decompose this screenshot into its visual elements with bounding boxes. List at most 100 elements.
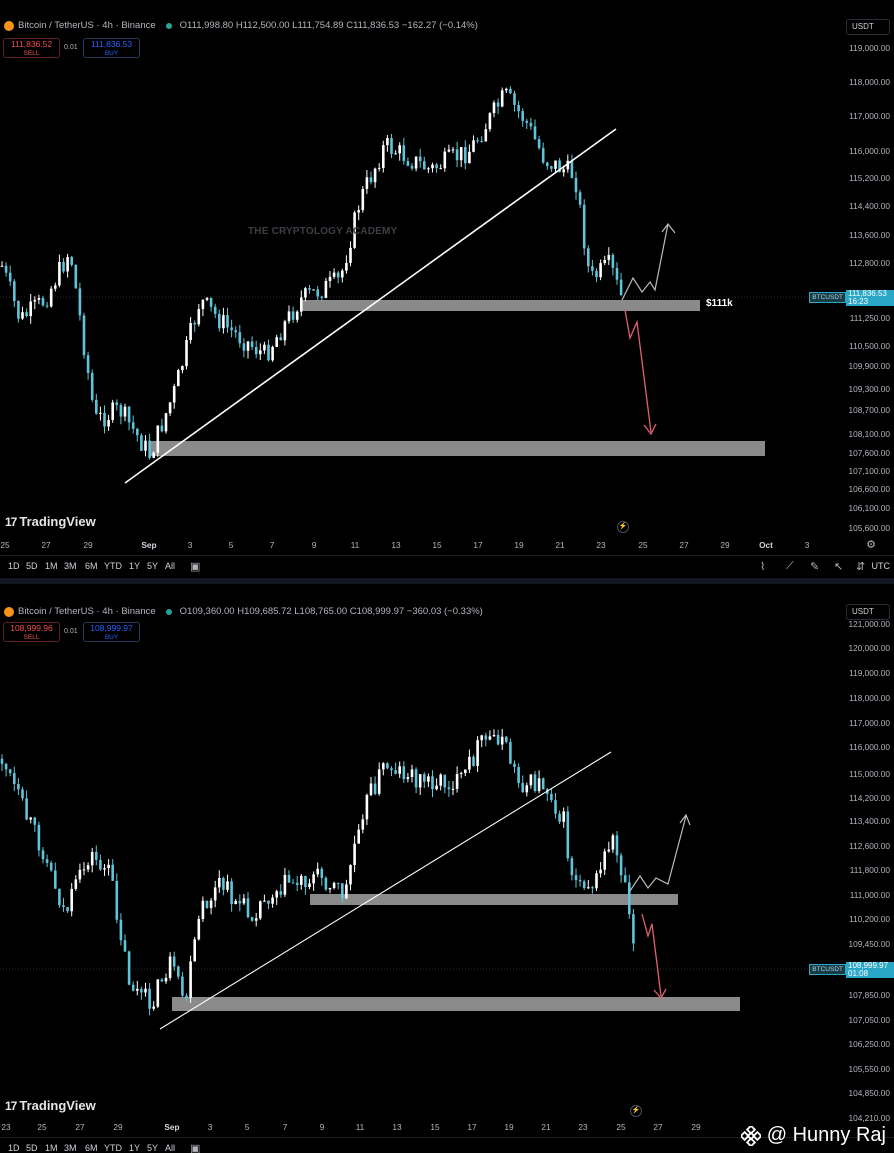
candle-body	[82, 315, 86, 356]
candles-group	[0, 86, 623, 460]
candle-body	[595, 270, 598, 278]
date-range-icon[interactable]: ▣	[190, 1142, 200, 1153]
author-name: @ Hunny Raj	[766, 1124, 886, 1146]
timeframe-button-6m[interactable]: 6M	[85, 1143, 98, 1153]
candle-body	[554, 800, 557, 814]
timeframe-button-1y[interactable]: 1Y	[129, 1143, 140, 1153]
chart-canvas-bottom[interactable]	[0, 584, 894, 1153]
price-axis[interactable]: 121,000.00 120,000.00 119,000.00 118,000.00…	[842, 584, 894, 1153]
candle-body	[464, 769, 467, 774]
candle-body	[95, 852, 98, 860]
fullscreen-icon[interactable]: ⇵	[856, 560, 865, 573]
projection-down-path	[641, 913, 662, 997]
buy-button[interactable]: 108,999.97 BUY	[83, 622, 140, 642]
sell-button[interactable]: 108,999.96 SELL	[3, 622, 60, 642]
buy-button[interactable]: 111,836.53 BUY	[83, 38, 140, 58]
candle-body	[431, 164, 434, 169]
sell-price: 108,999.96	[10, 623, 53, 633]
timeframe-button-5d[interactable]: 5D	[26, 561, 38, 571]
timeframe-button-1d[interactable]: 1D	[8, 1143, 20, 1153]
spread-value: 0.01	[64, 44, 78, 51]
sell-button[interactable]: 111,836.52 SELL	[3, 38, 60, 58]
candle-body	[263, 344, 266, 351]
candle-body	[558, 813, 561, 822]
timezone-label[interactable]: UTC	[872, 561, 891, 571]
candle-body	[562, 811, 565, 822]
candle-body	[287, 311, 291, 322]
candle-body	[570, 858, 574, 876]
candle-body	[209, 900, 213, 908]
candle-body	[13, 281, 16, 301]
trendline-tool-icon[interactable]: ⟋	[786, 560, 794, 573]
lightning-icon[interactable]: ⚡	[630, 1105, 642, 1117]
candle-body	[115, 880, 119, 920]
timeframe-button-1m[interactable]: 1M	[45, 561, 58, 571]
chart-panel-bottom[interactable]: Bitcoin / TetherUS · 4h · Binance O109,3…	[0, 584, 894, 1153]
chart-canvas-top[interactable]	[0, 0, 894, 578]
timeframe-button-5y[interactable]: 5Y	[147, 561, 158, 571]
price-tick-label: 111,800.00	[849, 865, 890, 875]
timeframe-button-all[interactable]: All	[165, 1143, 175, 1153]
price-tick-label: 114,400.00	[849, 201, 890, 211]
timeframe-button-5d[interactable]: 5D	[26, 1143, 38, 1153]
date-range-icon[interactable]: ▣	[190, 560, 200, 573]
timeframe-button-6m[interactable]: 6M	[85, 561, 98, 571]
brush-tool-icon[interactable]: ✎	[810, 560, 819, 573]
author-watermark: @ Hunny Raj	[740, 1124, 886, 1147]
timeframe-button-all[interactable]: All	[165, 561, 175, 571]
price-tick-label: 112,600.00	[849, 841, 890, 851]
tradingview-logo: 17 TradingView	[5, 1098, 96, 1113]
candle-body	[164, 413, 168, 432]
time-tick-label: 21	[555, 540, 565, 550]
time-tick-label: Oct	[759, 540, 773, 550]
chart-panel-top[interactable]: Bitcoin / TetherUS · 4h · Binance O111,9…	[0, 0, 894, 578]
brand-name: TradingView	[19, 514, 96, 529]
candle-body	[213, 887, 217, 901]
time-tick-label: 25	[616, 1122, 626, 1132]
candle-body	[230, 881, 233, 905]
candle-body	[209, 297, 213, 307]
cursor-icon[interactable]: ↖	[834, 560, 843, 573]
timeframe-button-1y[interactable]: 1Y	[129, 561, 140, 571]
candle-body	[554, 160, 557, 169]
timeframe-button-1m[interactable]: 1M	[45, 1143, 58, 1153]
timeframe-button-5y[interactable]: 5Y	[147, 1143, 158, 1153]
indicators-icon[interactable]: ⌇	[760, 560, 765, 573]
candle-body	[164, 977, 168, 982]
candle-body	[254, 918, 258, 921]
timeframe-button-3m[interactable]: 3M	[64, 1143, 77, 1153]
candle-body	[218, 313, 221, 329]
timeframe-button-ytd[interactable]: YTD	[104, 1143, 122, 1153]
symbol-title[interactable]: Bitcoin / TetherUS · 4h · Binance	[18, 20, 156, 31]
lightning-icon[interactable]: ⚡	[617, 521, 629, 533]
candle-body	[550, 166, 553, 169]
timeframe-button-3m[interactable]: 3M	[64, 561, 77, 571]
candle-body	[127, 406, 131, 423]
level-label: $111k	[706, 298, 733, 309]
candle-body	[443, 151, 447, 169]
candle-body	[566, 811, 570, 859]
time-tick-label: 27	[679, 540, 689, 550]
candle-body	[185, 339, 188, 367]
candle-body	[312, 874, 315, 884]
candle-body	[25, 798, 28, 820]
price-tick-label: 107,100.00	[848, 466, 890, 476]
settings-gear-icon[interactable]: ⚙	[866, 538, 876, 551]
time-axis[interactable]: 25 27 29 Sep 3 5 7 9 11 13 15 17 19 21 23 25 27 29 Oct 3	[0, 540, 894, 554]
candle-body	[353, 843, 356, 865]
candle-body	[369, 177, 373, 183]
tradingview-logo: 17 TradingView	[5, 514, 96, 529]
timeframe-button-ytd[interactable]: YTD	[104, 561, 122, 571]
time-tick-label: 5	[228, 540, 234, 550]
time-tick-label: 5	[244, 1122, 250, 1132]
candle-body	[336, 882, 340, 884]
timeframe-button-1d[interactable]: 1D	[8, 561, 20, 571]
projection-up-arrowhead	[661, 223, 676, 234]
price-tick-label: 107,850.00	[848, 990, 890, 1000]
symbol-title[interactable]: Bitcoin / TetherUS · 4h · Binance	[18, 606, 156, 617]
candle-body	[177, 370, 180, 387]
candle-body	[17, 783, 20, 790]
candle-body	[78, 288, 82, 316]
price-tick-label: 108,100.00	[848, 429, 890, 439]
time-tick-label: 13	[392, 1122, 402, 1132]
